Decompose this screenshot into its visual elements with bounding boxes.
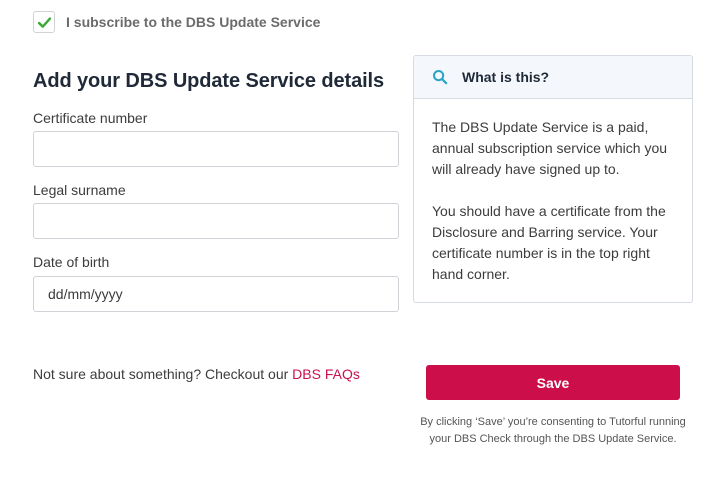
- form-title: Add your DBS Update Service details: [33, 70, 385, 92]
- help-text: Not sure about something? Checkout our D…: [33, 366, 360, 382]
- help-text-label: Not sure about something? Checkout our: [33, 366, 289, 382]
- what-is-this-panel: What is this? The DBS Update Service is …: [413, 55, 693, 303]
- checkmark-icon: [37, 16, 51, 28]
- date-of-birth-label: Date of birth: [33, 254, 110, 270]
- certificate-number-input[interactable]: [33, 131, 399, 167]
- info-paragraph: The DBS Update Service is a paid, annual…: [432, 119, 668, 177]
- subscribe-label: I subscribe to the DBS Update Service: [66, 14, 321, 30]
- dbs-faqs-link[interactable]: DBS FAQs: [292, 366, 360, 382]
- legal-surname-label: Legal surname: [33, 182, 126, 198]
- consent-text: By clicking ‘Save’ you’re consenting to …: [420, 416, 686, 445]
- date-of-birth-input[interactable]: [33, 276, 399, 312]
- dbs-details-form: Add your DBS Update Service details Cert…: [33, 66, 399, 312]
- info-panel-body: The DBS Update Service is a paid, annual…: [414, 99, 692, 285]
- save-button[interactable]: Save: [426, 365, 680, 400]
- search-icon: [433, 70, 448, 85]
- info-paragraph: You should have a certificate from the D…: [432, 203, 666, 282]
- subscribe-checkbox-row[interactable]: I subscribe to the DBS Update Service: [33, 11, 320, 33]
- certificate-number-label: Certificate number: [33, 110, 148, 126]
- legal-surname-input[interactable]: [33, 203, 399, 239]
- dbs-update-page: I subscribe to the DBS Update Service Ad…: [0, 0, 713, 497]
- info-panel-header: What is this?: [414, 56, 692, 99]
- info-panel-title: What is this?: [462, 69, 550, 85]
- subscribe-checkbox[interactable]: [33, 11, 55, 33]
